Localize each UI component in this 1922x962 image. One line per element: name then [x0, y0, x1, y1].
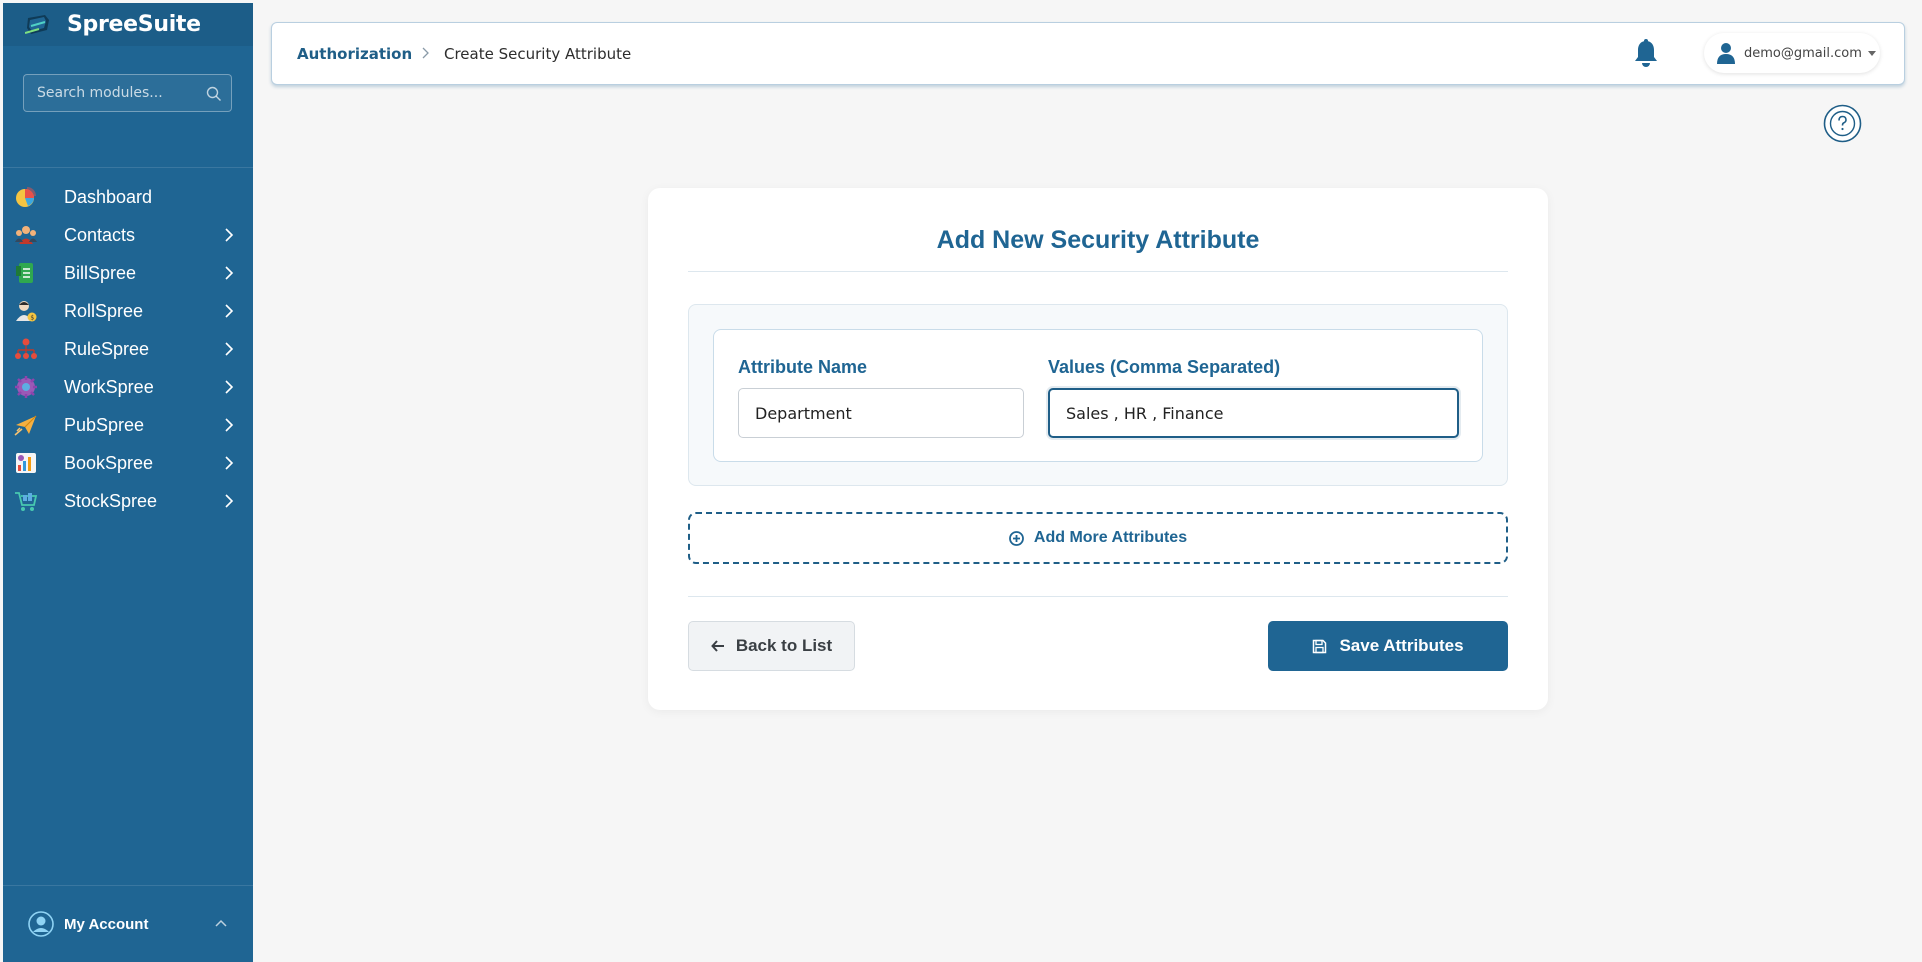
attributes-container: Attribute Name Values (Comma Separated) — [688, 304, 1508, 486]
back-to-list-button[interactable]: Back to List — [688, 621, 855, 671]
sidebar-item-label: StockSpree — [64, 490, 158, 511]
caret-down-icon — [1867, 50, 1876, 56]
books-chart-icon — [16, 453, 36, 473]
sidebar-item-rollspree[interactable]: $ RollSpree — [3, 292, 253, 330]
sidebar-item-label: RuleSpree — [64, 338, 150, 359]
sidebar-item-contacts[interactable]: Contacts — [3, 216, 253, 254]
top-bar: Authorization Create Security Attribute … — [271, 22, 1905, 85]
chevron-up-icon — [215, 919, 227, 927]
sidebar-item-dashboard[interactable]: Dashboard — [3, 178, 253, 216]
search-icon[interactable] — [206, 86, 222, 102]
security-attribute-form-card: Add New Security Attribute Attribute Nam… — [648, 188, 1548, 710]
sidebar-item-pubspree[interactable]: PubSpree — [3, 406, 253, 444]
sidebar-item-label: BookSpree — [64, 452, 154, 473]
breadcrumb-current: Create Security Attribute — [444, 45, 632, 63]
save-floppy-icon — [1313, 639, 1327, 653]
chevron-right-icon — [225, 266, 234, 280]
my-account-toggle[interactable]: My Account — [3, 885, 253, 962]
back-to-list-label: Back to List — [735, 636, 833, 655]
chevron-right-icon — [225, 456, 234, 470]
stock-cart-icon — [15, 492, 38, 511]
chevron-right-icon — [225, 494, 234, 508]
sidebar-item-billspree[interactable]: BillSpree — [3, 254, 253, 292]
workflow-gear-icon — [15, 376, 37, 398]
breadcrumb-separator-icon — [422, 47, 429, 59]
chevron-right-icon — [225, 228, 234, 242]
module-search-box — [23, 74, 232, 112]
values-input[interactable] — [1048, 388, 1459, 438]
plus-circle-icon — [1009, 530, 1024, 546]
breadcrumb-root-link[interactable]: Authorization — [297, 45, 412, 63]
bill-document-icon — [16, 263, 33, 283]
chevron-right-icon — [225, 342, 234, 356]
values-label: Values (Comma Separated) — [1048, 357, 1281, 377]
chevron-right-icon — [225, 418, 234, 432]
sidebar-item-label: BillSpree — [64, 262, 137, 283]
save-attributes-label: Save Attributes — [1339, 636, 1464, 655]
payroll-person-icon: $ — [16, 301, 37, 322]
dashboard-pie-icon — [16, 187, 36, 207]
notification-bell-icon[interactable] — [1632, 38, 1660, 68]
sidebar-item-label: RollSpree — [64, 300, 144, 321]
chevron-right-icon — [225, 304, 234, 318]
add-more-attributes-button[interactable]: Add More Attributes — [688, 512, 1508, 564]
sidebar-item-rulespree[interactable]: RuleSpree — [3, 330, 253, 368]
module-search-section — [3, 46, 253, 168]
contacts-people-icon — [15, 226, 37, 244]
sidebar-item-label: PubSpree — [64, 414, 145, 435]
attribute-name-input[interactable] — [738, 388, 1024, 438]
brand[interactable]: SpreeSuite — [3, 3, 253, 46]
rules-org-icon — [15, 338, 37, 359]
user-circle-icon — [28, 911, 54, 937]
sidebar: SpreeSuite Dashboard — [3, 3, 253, 962]
chevron-right-icon — [225, 380, 234, 394]
attribute-name-label: Attribute Name — [738, 357, 868, 377]
app-name: SpreeSuite — [67, 12, 201, 37]
sidebar-item-bookspree[interactable]: BookSpree — [3, 444, 253, 482]
spreesuite-logo-icon — [25, 14, 49, 34]
user-icon — [1717, 43, 1735, 64]
save-attributes-button[interactable]: Save Attributes — [1268, 621, 1508, 671]
arrow-left-icon — [710, 640, 724, 652]
help-question-icon[interactable] — [1823, 104, 1862, 143]
divider — [688, 271, 1508, 272]
user-menu-dropdown[interactable]: demo@gmail.com — [1704, 33, 1880, 73]
sidebar-item-workspree[interactable]: WorkSpree — [3, 368, 253, 406]
publish-paperplane-icon — [14, 415, 37, 436]
sidebar-item-label: WorkSpree — [64, 376, 154, 397]
attribute-row: Attribute Name Values (Comma Separated) — [713, 329, 1483, 462]
module-search-input[interactable] — [24, 75, 231, 111]
sidebar-item-stockspree[interactable]: StockSpree — [3, 482, 253, 520]
divider — [688, 596, 1508, 597]
sidebar-item-label: Dashboard — [64, 186, 153, 207]
add-more-label: Add More Attributes — [1033, 529, 1188, 546]
form-title: Add New Security Attribute — [936, 226, 1260, 254]
sidebar-item-label: Contacts — [64, 224, 136, 245]
my-account-label: My Account — [64, 915, 149, 933]
sidebar-nav: Dashboard Contacts BillSpree $ RollSpree… — [3, 178, 253, 520]
user-email: demo@gmail.com — [1744, 45, 1862, 61]
svg-text:$: $ — [30, 315, 34, 322]
